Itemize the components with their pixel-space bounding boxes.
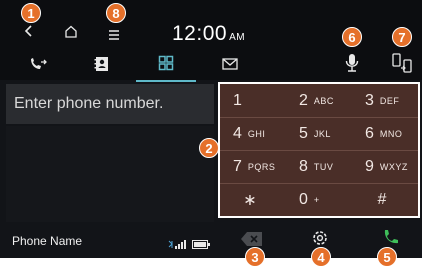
callout-3: 3 xyxy=(245,247,265,267)
keypad-divider xyxy=(220,183,418,184)
callout-4: 4 xyxy=(311,247,331,267)
key-letters: GHI xyxy=(247,128,266,139)
menu-button[interactable] xyxy=(108,27,120,40)
tab-keypad[interactable] xyxy=(136,46,196,82)
key-6[interactable]: 6 MNO xyxy=(352,117,418,150)
phone-switch-icon xyxy=(392,53,412,73)
key-digit: 0 xyxy=(299,190,308,208)
key-5[interactable]: 5 JKL xyxy=(286,117,352,150)
phone-number-input[interactable]: Enter phone number. xyxy=(6,84,214,124)
callout-6: 6 xyxy=(342,27,362,47)
back-button[interactable] xyxy=(22,24,36,38)
key-1[interactable]: 1 xyxy=(220,84,286,117)
call-icon xyxy=(384,230,398,244)
key-9[interactable]: 9 WXYZ xyxy=(352,150,418,183)
bluetooth-signal xyxy=(168,236,188,249)
key-7[interactable]: 7 PQRS xyxy=(220,150,286,183)
microphone-icon xyxy=(345,54,359,72)
clock: 12:00 AM xyxy=(172,22,245,46)
bluetooth-signal-icon xyxy=(168,240,186,249)
backspace-button[interactable] xyxy=(240,230,264,248)
left-panel xyxy=(6,126,214,222)
phone-switch-button[interactable] xyxy=(391,52,413,74)
key-letters: MNO xyxy=(379,128,403,139)
key-digit: 2 xyxy=(299,91,308,109)
battery xyxy=(192,236,210,249)
key-letters: WXYZ xyxy=(379,161,408,172)
key-letters: ABC xyxy=(313,95,334,106)
key-4[interactable]: 4 GHI xyxy=(220,117,286,150)
key-digit: 8 xyxy=(299,157,308,175)
clock-time: 12:00 xyxy=(172,22,228,45)
key-letters: JKL xyxy=(313,128,331,139)
voice-button[interactable] xyxy=(342,52,362,74)
key-8[interactable]: 8 TUV xyxy=(286,150,352,183)
callout-5: 5 xyxy=(377,247,397,267)
key-digit: 4 xyxy=(233,124,242,142)
key-digit: 1 xyxy=(233,91,242,109)
home-button[interactable] xyxy=(64,25,78,38)
callout-7: 7 xyxy=(392,27,412,47)
dial-keypad: 1 2 ABC 3 DEF 4 GHI 5 JKL 6 MNO 7 PQRS 8 TUV 9W… xyxy=(218,82,420,218)
tab-contacts[interactable] xyxy=(72,46,132,82)
key-letters: + xyxy=(313,194,320,205)
keypad-icon xyxy=(158,55,174,71)
gear-icon xyxy=(313,231,327,245)
chevron-left-icon xyxy=(24,25,32,37)
key-0[interactable]: 0 + xyxy=(286,183,352,216)
settings-button[interactable] xyxy=(310,228,330,248)
key-3[interactable]: 3 DEF xyxy=(352,84,418,117)
clock-ampm: AM xyxy=(229,32,246,43)
key-digit: ∗ xyxy=(243,191,257,209)
tab-call-history[interactable] xyxy=(8,46,68,82)
home-icon xyxy=(65,25,77,38)
key-digit: 7 xyxy=(233,157,242,175)
tab-messages[interactable] xyxy=(200,46,260,82)
backspace-icon xyxy=(241,232,262,246)
callout-2: 2 xyxy=(199,138,219,158)
key-2[interactable]: 2 ABC xyxy=(286,84,352,117)
callout-1: 1 xyxy=(21,3,41,23)
key-digit: 6 xyxy=(365,124,374,142)
key-letters: PQRS xyxy=(247,161,276,172)
battery-icon xyxy=(192,240,210,249)
key-hash[interactable]: # xyxy=(352,183,418,216)
call-button[interactable] xyxy=(380,228,400,248)
key-digit: 9 xyxy=(365,157,374,175)
menu-icon xyxy=(109,30,119,40)
key-digit: # xyxy=(377,190,387,208)
key-star[interactable]: ∗ xyxy=(220,183,286,216)
callout-8: 8 xyxy=(106,3,126,23)
key-letters: TUV xyxy=(313,161,334,172)
key-digit: 3 xyxy=(365,91,374,109)
call-history-icon xyxy=(31,58,47,69)
key-letters: DEF xyxy=(379,95,400,106)
key-digit: 5 xyxy=(299,124,308,142)
contacts-icon xyxy=(94,57,108,71)
phone-number-placeholder: Enter phone number. xyxy=(14,95,164,112)
phone-name: Phone Name xyxy=(12,234,83,248)
envelope-icon xyxy=(222,58,238,70)
keypad-divider xyxy=(220,150,418,151)
keypad-divider xyxy=(220,117,418,118)
